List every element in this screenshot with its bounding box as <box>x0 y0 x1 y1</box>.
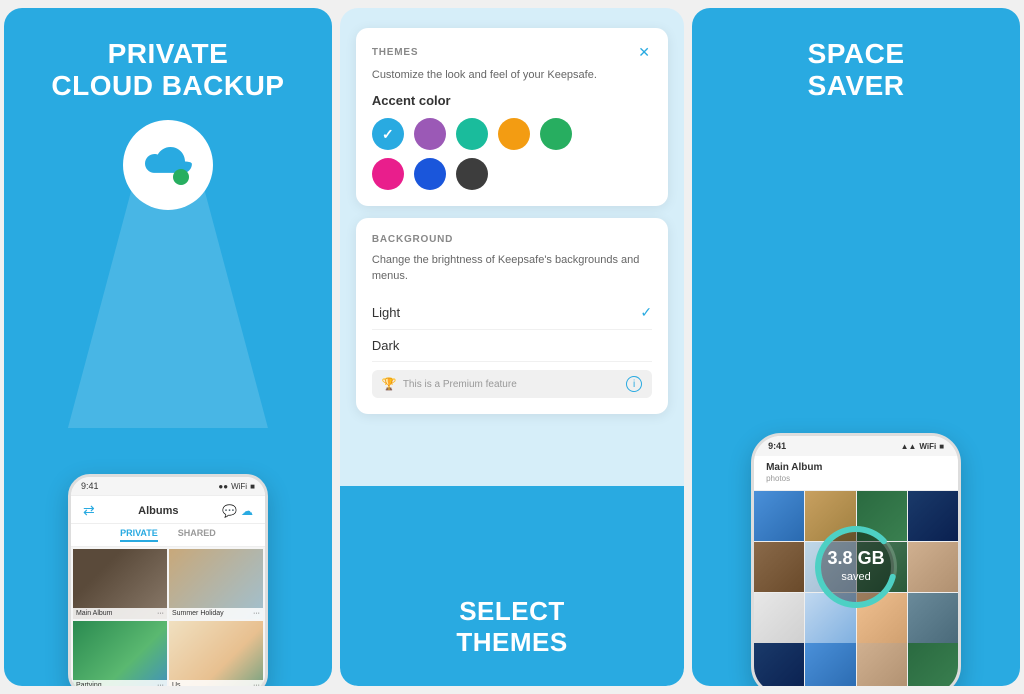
mosaic-12 <box>908 593 958 643</box>
select-themes-label: SELECT THEMES <box>456 596 567 658</box>
color-dark-gray[interactable] <box>456 158 488 190</box>
accent-label: Accent color <box>372 93 652 108</box>
close-button[interactable]: ✕ <box>636 44 652 60</box>
bg-light-check: ✓ <box>640 304 652 321</box>
color-pink[interactable] <box>372 158 404 190</box>
background-card: BACKGROUND Change the brightness of Keep… <box>356 218 668 414</box>
savings-value: 3.8 GB <box>828 549 885 567</box>
phone-albums-title: Albums <box>138 505 178 517</box>
mosaic-14 <box>805 643 855 686</box>
panel3-title: SPACE SAVER <box>788 38 925 102</box>
cloud-icon-circle <box>123 120 213 210</box>
color-purple[interactable] <box>414 118 446 150</box>
themes-title: THEMES <box>372 47 418 58</box>
themes-description: Customize the look and feel of your Keep… <box>372 68 652 83</box>
bg-option-light[interactable]: Light ✓ <box>372 296 652 330</box>
photo-cell-2: Summer Holiday··· <box>169 549 263 619</box>
photo-label-4: Us··· <box>169 680 263 686</box>
background-title: BACKGROUND <box>372 234 652 245</box>
bg-light-label: Light <box>372 305 400 320</box>
mosaic-13 <box>754 643 804 686</box>
color-teal[interactable] <box>456 118 488 150</box>
premium-label: This is a Premium feature <box>403 379 517 390</box>
themes-label: THEMES <box>456 627 567 657</box>
phone3-time: 9:41 <box>768 441 786 451</box>
phone-status-bar: 9:41 ●● WiFi ■ <box>71 477 265 496</box>
premium-icon-text: 🏆 This is a Premium feature <box>382 377 517 391</box>
phone3-status-bar: 9:41 ▲▲ WiFi ■ <box>754 436 958 456</box>
savings-label: saved <box>841 571 870 583</box>
bg-dark-label: Dark <box>372 338 399 353</box>
phone-tabs: PRIVATE SHARED <box>71 524 265 547</box>
color-blue[interactable] <box>372 118 404 150</box>
panel-space-saver: SPACE SAVER 9:41 ▲▲ WiFi ■ Main Album ph… <box>692 8 1020 686</box>
phone-status-icons: ●● WiFi ■ <box>218 482 255 491</box>
mosaic-5 <box>754 542 804 592</box>
cloud-icon <box>139 143 197 187</box>
premium-bar: 🏆 This is a Premium feature i <box>372 370 652 398</box>
panel1-title: PRIVATE CLOUD BACKUP <box>31 38 304 102</box>
themes-card: THEMES ✕ Customize the look and feel of … <box>356 28 668 206</box>
themes-card-header: THEMES ✕ <box>372 44 652 60</box>
savings-text: 3.8 GB saved <box>828 549 885 585</box>
phone-time: 9:41 <box>81 481 99 491</box>
phone-mockup-1: 9:41 ●● WiFi ■ ⇄ Albums 💬 ☁ PRIVATE SHAR… <box>68 474 268 686</box>
tab-private[interactable]: PRIVATE <box>120 528 158 542</box>
color-grid <box>372 118 652 190</box>
bg-option-dark[interactable]: Dark <box>372 330 652 362</box>
color-row-2 <box>372 158 652 190</box>
mosaic-9 <box>754 593 804 643</box>
phone-nav-bar: ⇄ Albums 💬 ☁ <box>71 496 265 524</box>
mosaic-15 <box>857 643 907 686</box>
photo-label-2: Summer Holiday··· <box>169 608 263 619</box>
color-dark-blue[interactable] <box>414 158 446 190</box>
photo-cell-3: Partying··· <box>73 621 167 686</box>
color-orange[interactable] <box>498 118 530 150</box>
photo-label-1: Main Album··· <box>73 608 167 619</box>
phone-photo-grid: Main Album··· Summer Holiday··· Partying… <box>71 547 265 686</box>
photo-cell-4: Us··· <box>169 621 263 686</box>
phone-mockup-3: 9:41 ▲▲ WiFi ■ Main Album photos <box>751 433 961 686</box>
mosaic-1 <box>754 491 804 541</box>
color-green[interactable] <box>540 118 572 150</box>
photo-mosaic-2 <box>754 643 958 686</box>
photo-mosaic-container: 3.8 GB saved <box>754 491 958 643</box>
photo-cell-1: Main Album··· <box>73 549 167 619</box>
panel-cloud-backup: PRIVATE CLOUD BACKUP 9:41 ●● WiFi ■ ⇄ Al… <box>4 8 332 686</box>
phone3-header: Main Album photos <box>754 456 958 491</box>
mosaic-4 <box>908 491 958 541</box>
savings-overlay: 3.8 GB saved <box>811 522 901 612</box>
tab-shared[interactable]: SHARED <box>178 528 216 542</box>
mosaic-8 <box>908 542 958 592</box>
premium-icon: 🏆 <box>382 377 397 391</box>
phone3-album-title: Main Album <box>766 462 822 473</box>
select-label: SELECT <box>459 596 565 626</box>
info-icon[interactable]: i <box>626 376 642 392</box>
phone3-album-sub: photos <box>766 474 790 483</box>
background-description: Change the brightness of Keepsafe's back… <box>372 253 652 284</box>
photo-label-3: Partying··· <box>73 680 167 686</box>
mosaic-16 <box>908 643 958 686</box>
color-row-1 <box>372 118 652 150</box>
phone3-status-icons: ▲▲ WiFi ■ <box>901 442 945 451</box>
panel-themes: THEMES ✕ Customize the look and feel of … <box>340 8 684 686</box>
